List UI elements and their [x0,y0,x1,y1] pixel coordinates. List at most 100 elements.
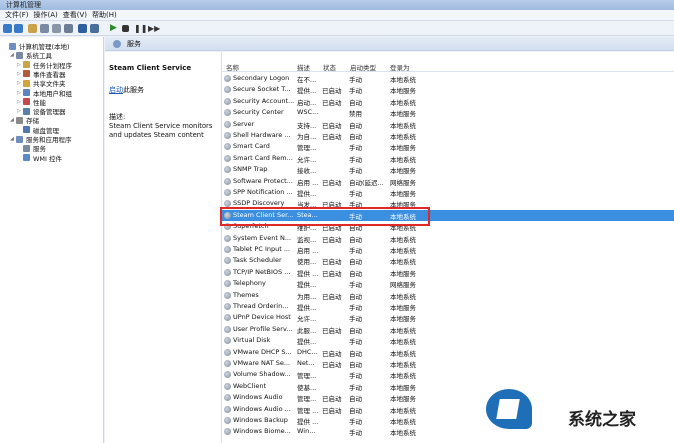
table-cell: 本地服务 [390,315,416,324]
table-row[interactable]: Volume Shadow... 管理... 手动 本地系统 [222,369,674,380]
table-cell: 自动 [349,326,362,335]
stop-icon[interactable] [122,25,129,32]
table-row[interactable]: Security Account... 启动... 已启动 自动 本地系统 [222,96,674,107]
toolbar: ▶ ❚❚ ▶▶ [0,21,674,36]
description-text: Steam Client Service monitors and update… [109,122,213,139]
table-cell: Secondary Logon [233,74,290,82]
table-cell: 管理 ... [297,406,319,415]
table-row[interactable]: Secondary Logon 在不... 手动 本地系统 [222,73,674,84]
service-gear-icon [224,154,231,162]
table-row[interactable]: SNMP Trap 接收... 手动 本地服务 [222,164,674,175]
column-header-status[interactable]: 状态 [323,62,336,72]
navigation-tree: 计算机管理(本地) ◢ 系统工具 ▷ 任务计划程序 ▷ 事件查看器 ▷ 共享文件夹 ▷ 本地用户和组… [0,37,104,443]
services-header: 服务 [105,37,674,51]
pause-icon[interactable]: ❚❚ [134,24,147,33]
menu-item[interactable]: 操作(A) [34,10,58,21]
table-row[interactable]: Software Protect... 启用 ... 已启动 自动(延迟... 网络服务 [222,176,674,187]
menu-item[interactable]: 查看(V) [63,10,87,21]
table-cell: 手动 [349,155,362,164]
forward-icon[interactable] [14,24,23,33]
service-gear-icon [224,360,231,367]
table-row[interactable]: Server 支持... 已启动 自动 本地系统 [222,119,674,130]
table-row[interactable]: VMware NAT Se... Net... 已启动 自动 本地系统 [222,358,674,369]
table-cell: Secure Socket T... [233,85,291,94]
folder-up-icon[interactable] [28,24,37,33]
table-cell: 提供... [297,87,317,96]
table-cell: Windows Audio ... [233,404,291,413]
table-row[interactable]: Thread Orderin... 提供... 手动 本地服务 [222,301,674,312]
help-icon[interactable] [78,24,87,33]
table-cell: 本地服务 [390,395,416,404]
table-row[interactable]: SPP Notification ... 提供... 手动 本地服务 [222,187,674,198]
export-icon[interactable] [64,24,73,33]
table-cell: 手动 [349,429,362,438]
table-cell: 已启动 [322,121,342,130]
table-row[interactable]: Telephony 提供... 手动 网络服务 [222,278,674,289]
column-header-logon-as[interactable]: 登录为 [390,62,410,72]
table-cell: Virtual Disk [233,336,271,345]
table-cell: TCP/IP NetBIOS ... [233,267,291,276]
table-row[interactable]: TCP/IP NetBIOS ... 提供 ... 已启动 自动 本地服务 [222,267,674,278]
table-cell: 已启动 [322,235,342,244]
table-cell: 已启动 [322,361,342,369]
table-row[interactable]: Smart Card Rem... 允许... 手动 本地系统 [222,153,674,164]
table-row[interactable]: Task Scheduler 使用... 已启动 自动 本地系统 [222,255,674,266]
table-cell: Net... [297,359,315,367]
start-service-link[interactable]: 启动 [109,86,123,94]
service-gear-icon [224,325,231,333]
table-cell: 已启动 [322,395,342,404]
menu-item[interactable]: 文件(F) [5,10,29,21]
column-header-name[interactable]: 名称 [226,62,239,72]
table-cell: 自动 [349,406,362,415]
table-cell: 提供... [297,304,317,312]
service-gear-icon [224,234,231,242]
service-gear-icon [224,371,231,379]
table-row[interactable]: VMware DHCP S... DHC... 已启动 自动 本地系统 [222,347,674,358]
play-icon[interactable]: ▶ [110,24,119,33]
table-cell: 管理... [297,395,317,404]
view-icon[interactable] [90,24,99,33]
table-row[interactable]: Security Center WSC... 禁用 本地服务 [222,107,674,118]
back-icon[interactable] [3,24,12,33]
table-cell: 手动 [349,304,362,312]
table-row[interactable]: Themes 为用... 已启动 自动 本地系统 [222,290,674,301]
tree-item[interactable]: WMI 控件 [17,153,62,163]
table-cell: 手动 [349,190,362,198]
column-header-startup-type[interactable]: 启动类型 [350,62,376,72]
service-gear-icon [224,417,231,424]
table-cell: WSC... [297,108,319,117]
tree-node-icon [23,61,30,69]
restart-icon[interactable]: ▶▶ [148,24,160,33]
refresh-icon[interactable] [52,24,61,33]
table-cell: 本地系统 [390,418,416,426]
table-row[interactable]: Secure Socket T... 提供... 已启动 手动 本地服务 [222,84,674,95]
table-row[interactable]: Virtual Disk 提供... 手动 本地系统 [222,335,674,346]
table-cell: 本地系统 [390,292,416,301]
table-cell: 已启动 [322,269,342,278]
table-cell: 自动 [349,98,362,107]
table-cell: 已启动 [322,406,342,415]
column-header-description[interactable]: 描述 [297,62,310,72]
table-row[interactable]: Shell Hardware ... 为自... 已启动 自动 本地系统 [222,130,674,141]
properties-icon[interactable] [40,24,49,33]
tree-node-icon [16,135,23,143]
table-row[interactable]: User Profile Serv... 此服... 已启动 自动 本地系统 [222,324,674,335]
service-gear-icon [224,291,231,299]
menu-item[interactable]: 帮助(H) [92,10,117,21]
table-cell: 自动 [349,258,362,267]
watermark: 系统之家 [484,381,674,443]
gear-icon [113,40,121,48]
table-cell: 手动 [349,338,362,347]
table-cell: 本地系统 [390,349,416,358]
table-row[interactable]: System Event N... 监视... 已启动 自动 本地系统 [222,233,674,244]
table-cell: 提供... [297,338,317,347]
table-row[interactable]: UPnP Device Host 允许... 手动 本地服务 [222,312,674,323]
table-cell: 已启动 [322,258,342,267]
table-cell: WebClient [233,381,266,390]
table-row[interactable]: Tablet PC Input ... 启用 ... 手动 本地系统 [222,244,674,255]
table-cell: 本地服务 [390,167,416,176]
table-cell: Smart Card [233,142,270,151]
table-row[interactable]: Smart Card 管理... 手动 本地服务 [222,141,674,152]
table-cell: 提供... [297,281,317,290]
highlight-box [220,207,430,226]
